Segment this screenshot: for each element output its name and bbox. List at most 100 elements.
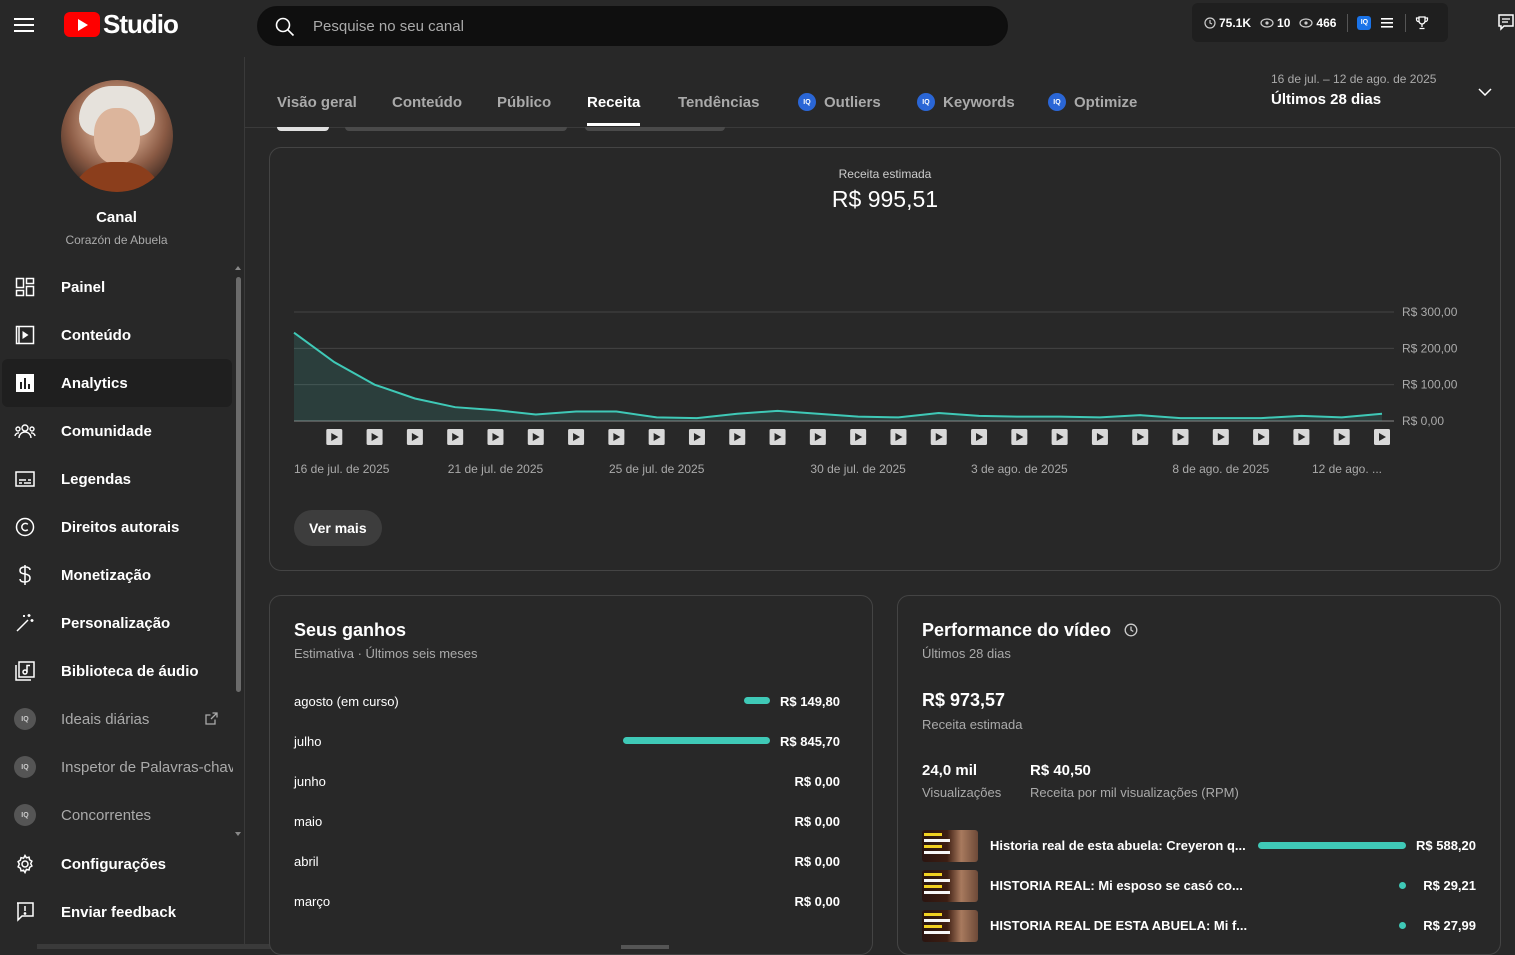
sidebar-item-conteudo[interactable]: Conteúdo (0, 311, 233, 359)
video-title[interactable]: HISTORIA REAL: Mi esposo se casó co... (990, 878, 1243, 893)
video-title[interactable]: Historia real de esta abuela: Creyeron q… (990, 838, 1246, 853)
chevron-down-icon[interactable] (1478, 88, 1492, 96)
sidebar-item-enviar-feedback[interactable]: Enviar feedback (0, 888, 233, 936)
tab-receita[interactable]: Receita (587, 94, 641, 128)
metric-views: 24,0 mil Visualizações (922, 762, 1001, 800)
data-point[interactable] (1376, 408, 1388, 420)
horizontal-scrollbar[interactable] (621, 945, 669, 949)
channel-label: Canal (96, 209, 137, 226)
list-icon[interactable] (1381, 17, 1394, 28)
iq-icon: IQ (14, 708, 36, 730)
eye-icon (1260, 17, 1274, 28)
data-point[interactable] (328, 356, 340, 368)
sidebar-item-label: Legendas (61, 470, 132, 488)
data-point[interactable] (1013, 411, 1025, 423)
data-point[interactable] (570, 406, 582, 418)
revenue-chart-card: Receita estimada R$ 995,51 R$ 0,00 R$ 100… (269, 147, 1501, 571)
scroll-down-icon[interactable] (235, 832, 241, 836)
data-point[interactable] (530, 408, 542, 420)
data-point[interactable] (892, 411, 904, 423)
sidebar-item-ideais-diarias[interactable]: IQ Ideais diárias (0, 695, 233, 743)
tab-conteudo[interactable]: Conteúdo (392, 94, 462, 128)
data-point[interactable] (651, 411, 663, 423)
video-thumbnail[interactable] (922, 830, 978, 862)
data-point[interactable] (1336, 411, 1348, 423)
sidebar-item-configuracoes[interactable]: Configurações (0, 840, 233, 888)
sidebar-item-concorrentes[interactable]: IQ Concorrentes (0, 791, 233, 839)
tab-optimize[interactable]: IQ Optimize (1048, 93, 1137, 128)
data-point[interactable] (772, 405, 784, 417)
data-point[interactable] (852, 411, 864, 423)
sidebar-item-label: Configurações (61, 855, 167, 873)
tab-publico[interactable]: Público (497, 94, 551, 128)
data-point[interactable] (409, 392, 421, 404)
data-point[interactable] (933, 407, 945, 419)
see-more-button[interactable]: Ver mais (294, 510, 382, 546)
tab-tendencias[interactable]: Tendências (678, 94, 759, 128)
video-row[interactable]: Historia real de esta abuela: Creyeron q… (922, 830, 1476, 862)
data-point[interactable] (610, 406, 622, 418)
earnings-row: agosto (em curso) R$ 149,80 (294, 694, 840, 714)
data-point[interactable] (1175, 412, 1187, 424)
data-point[interactable] (731, 408, 743, 420)
data-point[interactable] (973, 410, 985, 422)
watch-time-value: 75.1K (1219, 15, 1252, 30)
data-point[interactable] (1094, 411, 1106, 423)
menu-icon[interactable] (14, 14, 40, 36)
revenue-chart[interactable]: R$ 0,00 R$ 100,00 R$ 200,00 R$ 300,00 16 de … (270, 148, 1500, 488)
video-row[interactable]: HISTORIA REAL: Mi esposo se casó co... R$… (922, 870, 1476, 902)
sidebar-scrollbar[interactable] (236, 277, 241, 692)
data-point[interactable] (449, 401, 461, 413)
sidebar-item-inspetor-palavras-chave[interactable]: IQ Inspetor de Palavras-chav (0, 743, 233, 791)
data-point[interactable] (1134, 409, 1146, 421)
channel-avatar[interactable] (61, 80, 173, 192)
video-row[interactable]: HISTORIA REAL DE ESTA ABUELA: Mi f... R$ … (922, 910, 1476, 942)
youtube-studio-logo[interactable]: Studio (64, 8, 179, 39)
date-range-picker[interactable]: 16 de jul. – 12 de ago. de 2025 Últimos … (1271, 72, 1436, 108)
data-point[interactable] (1215, 412, 1227, 424)
earnings-month: julho (294, 734, 322, 749)
community-icon (14, 420, 36, 442)
trophy-icon[interactable] (1415, 15, 1429, 30)
sidebar-item-monetizacao[interactable]: Monetização (0, 551, 233, 599)
vidiq-icon[interactable]: IQ (1357, 15, 1372, 30)
earnings-row: abril R$ 0,00 (294, 854, 840, 874)
sidebar-item-personalizacao[interactable]: Personalização (0, 599, 233, 647)
earnings-value: R$ 845,70 (780, 734, 840, 749)
earnings-card: Seus ganhos Estimativa · Últimos seis me… (269, 595, 873, 955)
data-point[interactable] (1255, 412, 1267, 424)
search-icon[interactable] (275, 17, 295, 37)
earnings-value: R$ 0,00 (794, 894, 840, 909)
sidebar-item-comunidade[interactable]: Comunidade (0, 407, 233, 455)
data-point[interactable] (288, 327, 300, 339)
video-thumbnail[interactable] (922, 910, 978, 942)
data-point[interactable] (691, 412, 703, 424)
tab-outliers[interactable]: IQ Outliers (798, 93, 881, 128)
logo-text: Studio (103, 8, 179, 39)
tab-keywords[interactable]: IQ Keywords (917, 93, 1015, 128)
data-point[interactable] (1054, 411, 1066, 423)
history-icon[interactable] (1124, 623, 1138, 637)
sidebar-item-biblioteca-audio[interactable]: Biblioteca de áudio (0, 647, 233, 695)
comment-icon[interactable] (1498, 14, 1514, 32)
data-point[interactable] (1295, 410, 1307, 422)
sidebar-item-painel[interactable]: Painel (0, 263, 233, 311)
vidiq-icon: IQ (917, 93, 935, 111)
sidebar-nav: Painel Conteúdo Analytics Comunidade Leg… (0, 263, 233, 936)
eye-icon (1299, 17, 1313, 28)
sidebar-item-label: Direitos autorais (61, 518, 180, 536)
search-input[interactable] (313, 7, 993, 45)
scroll-up-icon[interactable] (235, 266, 241, 270)
sidebar-item-direitos-autorais[interactable]: Direitos autorais (0, 503, 233, 551)
data-point[interactable] (489, 404, 501, 416)
sidebar-item-legendas[interactable]: Legendas (0, 455, 233, 503)
earnings-row: junho R$ 0,00 (294, 774, 840, 794)
video-title[interactable]: HISTORIA REAL DE ESTA ABUELA: Mi f... (990, 918, 1247, 933)
sidebar-item-analytics[interactable]: Analytics (2, 359, 232, 407)
data-point[interactable] (812, 408, 824, 420)
x-tick-label: 12 de ago. ... (1312, 462, 1382, 476)
tab-visao-geral[interactable]: Visão geral (277, 94, 357, 128)
earnings-month: abril (294, 854, 319, 869)
data-point[interactable] (369, 379, 381, 391)
video-thumbnail[interactable] (922, 870, 978, 902)
